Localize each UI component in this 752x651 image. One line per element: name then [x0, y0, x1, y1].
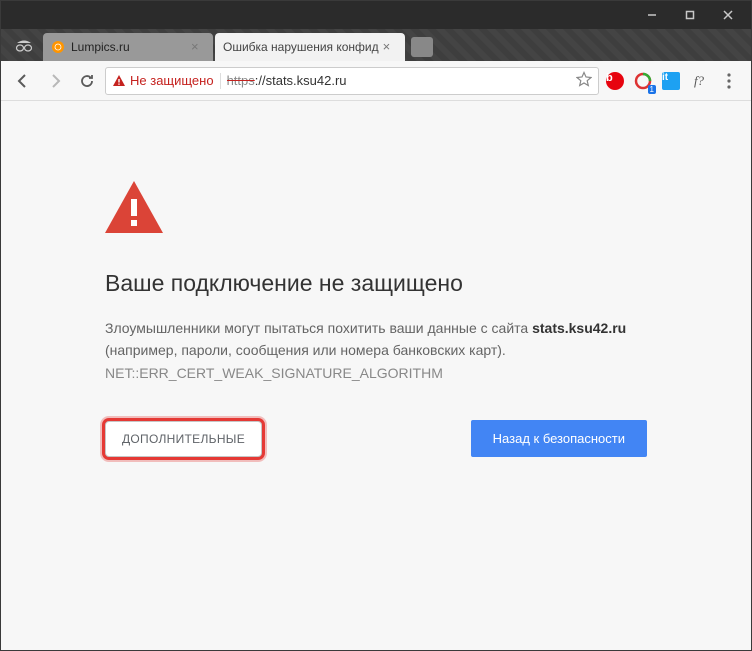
tab-title: Ошибка нарушения конфид — [223, 40, 379, 54]
page-content: Ваше подключение не защищено Злоумышленн… — [1, 101, 751, 650]
extension-badge: 1 — [648, 85, 656, 94]
url-display: https://stats.ksu42.ru — [227, 73, 570, 88]
warning-triangle-icon — [112, 74, 126, 88]
divider — [220, 73, 221, 89]
maximize-button[interactable] — [671, 4, 709, 26]
close-tab-button[interactable]: × — [191, 40, 205, 54]
incognito-icon — [11, 35, 37, 55]
back-button[interactable] — [9, 67, 37, 95]
site-name: stats.ksu42.ru — [532, 320, 626, 336]
extension-f-icon[interactable]: f? — [687, 69, 711, 93]
toolbar: Не защищено https://stats.ksu42.ru b 1 i… — [1, 61, 751, 101]
extension-circle-icon[interactable]: 1 — [631, 69, 655, 93]
url-protocol: https — [227, 73, 255, 88]
security-warning[interactable]: Не защищено — [112, 73, 214, 88]
window-titlebar — [1, 1, 751, 29]
body-after: (например, пароли, сообщения или номера … — [105, 342, 506, 358]
back-to-safety-button[interactable]: Назад к безопасности — [471, 420, 647, 457]
tab-strip: Lumpics.ru × Ошибка нарушения конфид × — [1, 29, 751, 61]
body-before: Злоумышленники могут пытаться похитить в… — [105, 320, 532, 336]
tab-lumpics[interactable]: Lumpics.ru × — [43, 33, 213, 61]
error-code: NET::ERR_CERT_WEAK_SIGNATURE_ALGORITHM — [105, 365, 443, 381]
warning-icon — [105, 181, 647, 238]
new-tab-button[interactable] — [411, 37, 433, 57]
advanced-button[interactable]: ДОПОЛНИТЕЛЬНЫЕ — [105, 421, 262, 457]
button-row: ДОПОЛНИТЕЛЬНЫЕ Назад к безопасности — [105, 420, 647, 457]
error-heading: Ваше подключение не защищено — [105, 270, 647, 297]
extension-it-icon[interactable]: it — [659, 69, 683, 93]
menu-button[interactable] — [715, 67, 743, 95]
favicon-icon — [51, 40, 65, 54]
forward-button[interactable] — [41, 67, 69, 95]
close-tab-button[interactable]: × — [383, 40, 397, 54]
security-label: Не защищено — [130, 73, 214, 88]
bookmark-star-icon[interactable] — [576, 71, 592, 90]
minimize-button[interactable] — [633, 4, 671, 26]
error-body: Злоумышленники могут пытаться похитить в… — [105, 317, 647, 384]
tab-title: Lumpics.ru — [71, 40, 187, 54]
close-window-button[interactable] — [709, 4, 747, 26]
address-bar[interactable]: Не защищено https://stats.ksu42.ru — [105, 67, 599, 95]
browser-window: Lumpics.ru × Ошибка нарушения конфид × Н… — [0, 0, 752, 651]
tab-error[interactable]: Ошибка нарушения конфид × — [215, 33, 405, 61]
extension-adblock-icon[interactable]: b — [603, 69, 627, 93]
url-host: ://stats.ksu42.ru — [255, 73, 347, 88]
reload-button[interactable] — [73, 67, 101, 95]
